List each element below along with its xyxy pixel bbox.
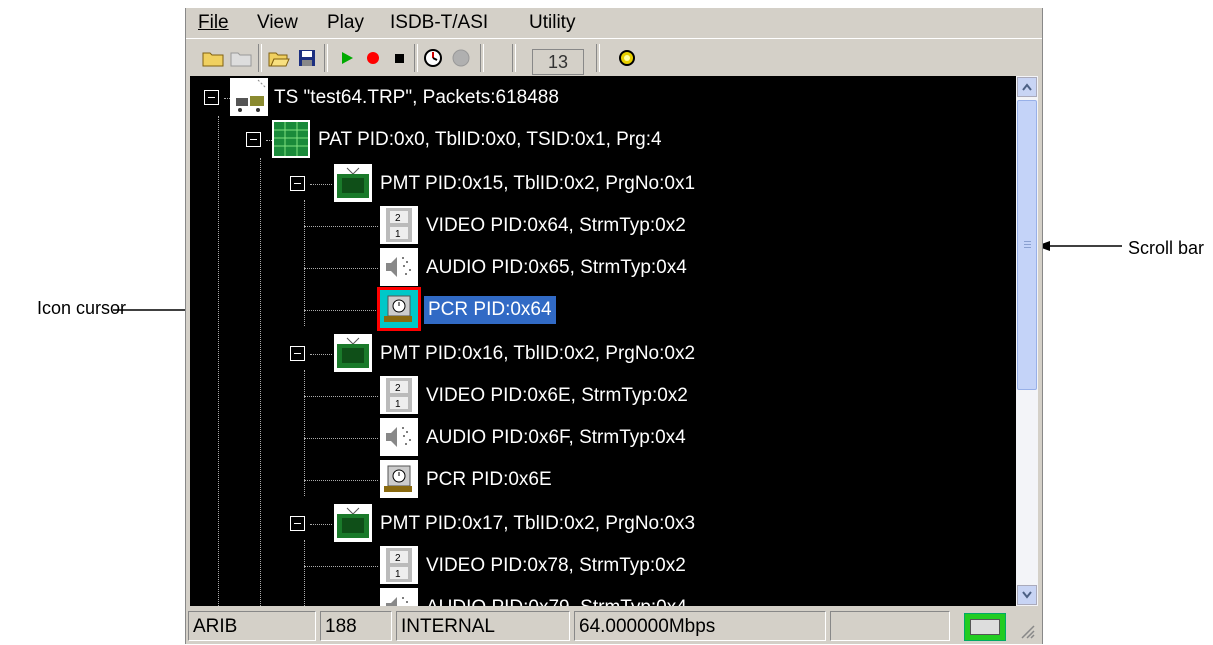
collapse-ts-toggle[interactable] [204, 90, 219, 105]
open-icon[interactable] [266, 45, 292, 71]
vertical-scrollbar[interactable] [1016, 76, 1038, 606]
collapse-pat-toggle[interactable] [246, 132, 261, 147]
svg-text:2: 2 [395, 553, 401, 564]
tree-node-pcr1-selected[interactable]: PCR PID:0x64 [424, 296, 556, 324]
pmt-tv-icon [334, 334, 372, 372]
tree-node-pmt1[interactable]: PMT PID:0x15, TblID:0x2, PrgNo:0x1 [380, 172, 695, 196]
tree-node-ts[interactable]: TS "test64.TRP", Packets:618488 [274, 86, 559, 110]
icon-cursor-pcr-icon[interactable] [377, 287, 421, 331]
new-folder-icon[interactable] [200, 45, 226, 71]
stop-icon[interactable] [386, 45, 412, 71]
svg-text:2: 2 [395, 213, 401, 224]
status-clock: INTERNAL [396, 611, 570, 641]
tree-node-pat[interactable]: PAT PID:0x0, TblID:0x0, TSID:0x1, Prg:4 [318, 128, 662, 152]
audio-speaker-icon [380, 418, 418, 456]
status-standard: ARIB [188, 611, 316, 641]
svg-text:1: 1 [395, 399, 401, 410]
scroll-bar-callout: Scroll bar [1128, 238, 1205, 258]
menu-isdb[interactable]: ISDB-T/ASI [390, 12, 488, 34]
menu-view[interactable]: View [257, 12, 298, 34]
collapse-pmt3-toggle[interactable] [290, 516, 305, 531]
toolbar: 13 [186, 38, 1042, 77]
play-icon[interactable] [334, 45, 360, 71]
tree-node-video2[interactable]: VIDEO PID:0x6E, StrmTyp:0x2 [426, 384, 688, 408]
tree-node-audio1[interactable]: AUDIO PID:0x65, StrmTyp:0x4 [426, 256, 687, 280]
tree-node-audio2[interactable]: AUDIO PID:0x6F, StrmTyp:0x4 [426, 426, 686, 450]
svg-text:2: 2 [395, 383, 401, 394]
audio-speaker-icon [380, 588, 418, 606]
folder-icon[interactable] [228, 45, 254, 71]
clock-icon[interactable] [420, 45, 446, 71]
scroll-thumb[interactable] [1017, 100, 1037, 390]
tree-node-video1[interactable]: VIDEO PID:0x64, StrmTyp:0x2 [426, 214, 686, 238]
video-film-icon: 21 [380, 546, 418, 584]
menu-utility[interactable]: Utility [529, 12, 575, 34]
transport-stream-icon [230, 78, 268, 116]
tree-node-pmt2[interactable]: PMT PID:0x16, TblID:0x2, PrgNo:0x2 [380, 342, 695, 366]
disabled-circle-icon[interactable] [448, 45, 474, 71]
status-packet-size: 188 [320, 611, 392, 641]
counter-display: 13 [532, 49, 584, 75]
scroll-down-button[interactable] [1017, 585, 1037, 605]
tree-node-video3[interactable]: VIDEO PID:0x78, StrmTyp:0x2 [426, 554, 686, 578]
svg-text:1: 1 [395, 569, 401, 580]
ring-icon[interactable] [614, 45, 640, 71]
status-indicator-icon [964, 613, 1006, 641]
status-rate: 64.000000Mbps [574, 611, 826, 641]
status-empty [830, 611, 950, 641]
save-icon[interactable] [294, 45, 320, 71]
scroll-bar-arrow [1036, 241, 1122, 251]
tree-node-pcr2[interactable]: PCR PID:0x6E [426, 468, 552, 492]
video-film-icon: 21 [380, 376, 418, 414]
chevron-down-icon [1022, 591, 1032, 599]
record-icon[interactable] [360, 45, 386, 71]
video-film-icon: 21 [380, 206, 418, 244]
application-window: File View Play ISDB-T/ASI Utility 13 TS … [185, 8, 1043, 644]
stream-tree-view[interactable]: TS "test64.TRP", Packets:618488 PAT PID:… [190, 76, 1016, 606]
menu-bar: File View Play ISDB-T/ASI Utility [186, 8, 1042, 36]
status-bar: ARIB 188 INTERNAL 64.000000Mbps [186, 608, 1042, 644]
scroll-up-button[interactable] [1017, 77, 1037, 97]
tree-node-pmt3[interactable]: PMT PID:0x17, TblID:0x2, PrgNo:0x3 [380, 512, 695, 536]
collapse-pmt2-toggle[interactable] [290, 346, 305, 361]
pat-table-icon [272, 120, 310, 158]
pmt-tv-icon [334, 164, 372, 202]
svg-text:1: 1 [395, 229, 401, 240]
pmt-tv-icon [334, 504, 372, 542]
resize-grip-icon[interactable] [1016, 618, 1036, 640]
collapse-pmt1-toggle[interactable] [290, 176, 305, 191]
tree-node-audio3[interactable]: AUDIO PID:0x79, StrmTyp:0x4 [426, 596, 687, 606]
chevron-up-icon [1022, 83, 1032, 91]
menu-play[interactable]: Play [327, 12, 364, 34]
menu-file[interactable]: File [198, 12, 229, 34]
audio-speaker-icon [380, 248, 418, 286]
pcr-clock-icon [380, 460, 418, 498]
